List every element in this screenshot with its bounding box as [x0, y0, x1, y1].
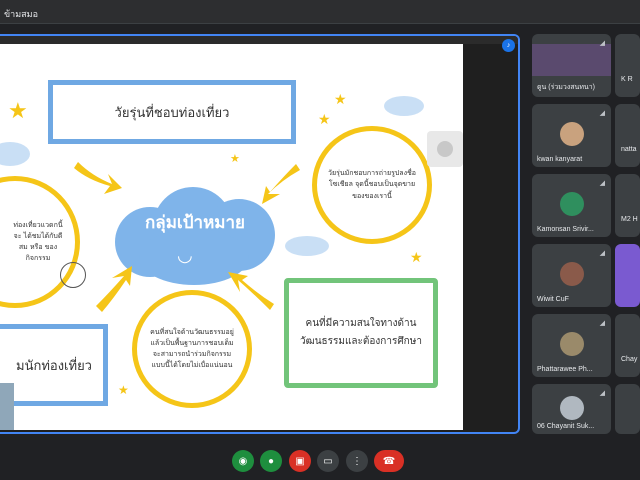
arrow-icon	[96, 266, 132, 312]
participant-tile[interactable]	[615, 244, 640, 307]
participant-name: M2 H	[621, 216, 638, 223]
participant-video	[532, 44, 611, 76]
avatar	[560, 192, 584, 216]
participant-name: Wiwit CuF	[537, 296, 569, 303]
present-now-icon: ▭	[323, 455, 333, 467]
camera-icon: ◉	[238, 455, 248, 467]
mic-button[interactable]: ●	[260, 450, 282, 472]
mic-muted-icon: ◢	[599, 390, 605, 397]
participant-name: 06 Chayanit Suk...	[537, 423, 595, 430]
circle-text: คนที่สนใจด้านวัฒนธรรมอยู่แล้วเป็นพื้นฐาน…	[150, 327, 234, 370]
box-culture-study: คนที่มีความสนใจทางด้านวัฒนธรรมและต้องการ…	[284, 278, 438, 388]
participant-tile[interactable]: ◢ Kamonsan Srivir...	[532, 174, 611, 237]
participant-tile[interactable]: natta	[615, 104, 640, 167]
shared-slide: ★ ★ ★ ★ ★ ★ วัยรุ่นที่ชอบท่องเที่ยว วัยร…	[0, 44, 463, 430]
participant-name: Kamonsan Srivir...	[537, 226, 594, 233]
arrow-icon	[262, 164, 300, 204]
box-text: คนที่มีความสนใจทางด้านวัฒนธรรมและต้องการ…	[300, 318, 422, 347]
mic-muted-icon: ◢	[599, 250, 605, 257]
hangup-icon: ☎	[382, 455, 396, 467]
mic-muted-icon: ◢	[599, 110, 605, 117]
call-controls: ◉ ● ▣ ▭ ⋮ ☎	[0, 438, 640, 480]
participant-name: kwan kanyarat	[537, 156, 583, 163]
present-button[interactable]: ▭	[317, 450, 339, 472]
slide-side-button[interactable]	[427, 131, 463, 167]
circle-culture-interest: คนที่สนใจด้านวัฒนธรรมอยู่แล้วเป็นพื้นฐาน…	[132, 290, 252, 408]
window-title-bar: ข้ามสมอ	[0, 0, 640, 24]
window-title: ข้ามสมอ	[4, 9, 38, 19]
leave-call-button[interactable]: ☎	[374, 450, 404, 472]
presenter-video-inset	[0, 383, 14, 430]
participant-tile[interactable]: ◢ Phattarawee Ph...	[532, 314, 611, 377]
mic-muted-icon: ◢	[599, 180, 605, 187]
participant-name: Phattarawee Ph...	[537, 366, 593, 373]
mic-muted-icon: ◢	[599, 320, 605, 327]
participant-tile[interactable]: M2 H	[615, 174, 640, 237]
participant-tile[interactable]	[615, 384, 640, 434]
participant-name: natta	[621, 146, 637, 153]
present-icon: ▣	[295, 455, 305, 467]
participant-name: ดูน (ร่วมวงสนทนา)	[537, 84, 595, 91]
camera-button[interactable]: ◉	[232, 450, 254, 472]
presentation-stage[interactable]: ♪ ★ ★ ★ ★ ★ ★ วัยรุ่นที่ชอบท่องเที่ยว วั…	[0, 34, 520, 434]
stage-top-bar	[0, 36, 518, 44]
screen-share-button[interactable]: ▣	[289, 450, 311, 472]
participant-tile[interactable]: K R	[615, 34, 640, 97]
more-icon: ⋮	[352, 455, 362, 467]
participant-name: Chay	[621, 356, 638, 363]
participant-grid: ◢ ดูน (ร่วมวงสนทนา) K R ◢ kwan kanyarat …	[528, 34, 640, 434]
avatar	[560, 396, 584, 420]
participant-tile[interactable]: Chay	[615, 314, 640, 377]
mic-muted-icon: ◢	[599, 40, 605, 47]
participant-tile[interactable]: ◢ kwan kanyarat	[532, 104, 611, 167]
box-tourists: มนักท่องเที่ยว	[0, 324, 108, 406]
avatar	[560, 122, 584, 146]
avatar	[560, 262, 584, 286]
more-options-button[interactable]: ⋮	[346, 450, 368, 472]
avatar	[560, 332, 584, 356]
mic-icon: ●	[267, 455, 275, 467]
arrow-icon	[228, 272, 274, 310]
participant-tile[interactable]: ◢ ดูน (ร่วมวงสนทนา)	[532, 34, 611, 97]
participant-name: K R	[621, 76, 633, 83]
speaking-indicator-icon[interactable]: ♪	[502, 39, 515, 52]
arrow-icon	[74, 162, 122, 194]
participant-tile[interactable]: ◢ 06 Chayanit Suk...	[532, 384, 611, 434]
participant-tile[interactable]: ◢ Wiwit CuF	[532, 244, 611, 307]
box-text: มนักท่องเที่ยว	[16, 358, 92, 374]
